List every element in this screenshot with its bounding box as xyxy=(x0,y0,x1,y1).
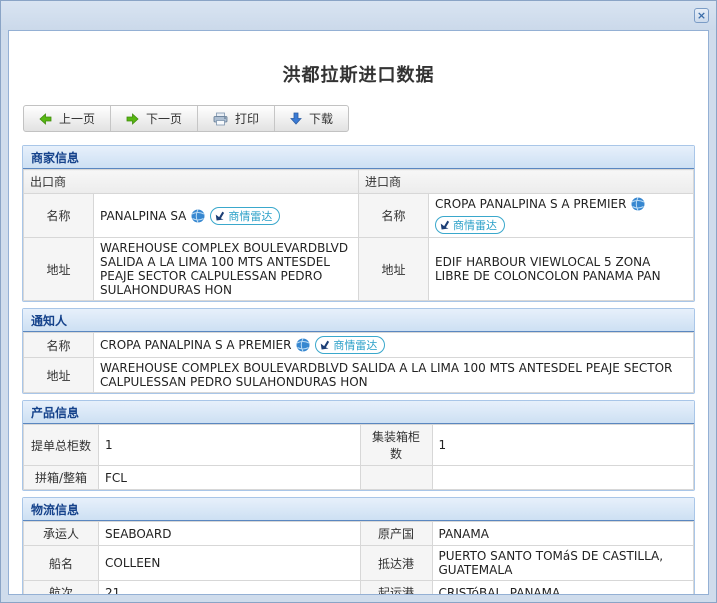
section-product-header: 产品信息 xyxy=(23,401,694,424)
page-title: 洪都拉斯进口数据 xyxy=(282,65,435,86)
radar-arrow-icon xyxy=(440,220,450,230)
field-label: 船名 xyxy=(23,545,99,581)
globe-icon[interactable] xyxy=(191,208,205,223)
field-value: SEABOARD xyxy=(98,521,361,546)
radar-arrow-icon xyxy=(216,211,225,221)
section-product-info: 产品信息 提单总柜数 1 集装箱柜数 1 拼箱/整箱 FCL xyxy=(22,400,695,491)
pager-toolbar: 上一页 下一页 打印 下载 xyxy=(23,105,350,132)
next-page-button[interactable]: 下一页 xyxy=(111,106,199,131)
radar-badge-label: 商情雷达 xyxy=(453,219,497,232)
radar-badge-button[interactable]: 商情雷达 xyxy=(435,216,505,234)
field-value: 1 xyxy=(98,424,361,466)
product-table: 提单总柜数 1 集装箱柜数 1 拼箱/整箱 FCL xyxy=(23,424,694,490)
importer-column-header: 进口商 xyxy=(358,169,694,194)
field-label xyxy=(359,465,433,490)
field-value: 21 xyxy=(98,580,361,594)
download-label: 下载 xyxy=(309,112,334,126)
notify-table: 名称 CROPA PANALPINA S A PREMIER 商情雷达 地址 W… xyxy=(23,332,694,393)
close-icon[interactable]: × xyxy=(694,8,709,23)
table-row: 提单总柜数 1 集装箱柜数 1 xyxy=(23,424,694,466)
notify-address-label: 地址 xyxy=(23,357,94,393)
importer-name-label: 名称 xyxy=(358,193,429,238)
table-row: 出口商 进口商 xyxy=(23,169,694,194)
next-page-label: 下一页 xyxy=(146,112,183,126)
table-row: 名称 CROPA PANALPINA S A PREMIER 商情雷达 xyxy=(23,332,694,358)
field-label: 起运港 xyxy=(359,580,433,594)
notify-address: WAREHOUSE COMPLEX BOULEVARDBLVD SALIDA A… xyxy=(93,357,694,393)
merchant-table: 出口商 进口商 名称 PANALPINA SA 商情雷达 名称 CROPA PA… xyxy=(23,169,694,301)
download-button[interactable]: 下载 xyxy=(275,106,348,131)
importer-address-label: 地址 xyxy=(358,237,429,301)
section-merchant-info: 商家信息 出口商 进口商 名称 PANALPINA SA 商情雷达 名称 CRO… xyxy=(22,145,695,302)
notify-name: CROPA PANALPINA S A PREMIER xyxy=(100,338,292,352)
radar-badge-label: 商情雷达 xyxy=(228,209,273,223)
section-logistics-header: 物流信息 xyxy=(23,498,694,521)
prev-page-label: 上一页 xyxy=(59,112,96,126)
section-notify-party: 通知人 名称 CROPA PANALPINA S A PREMIER 商情雷达 xyxy=(22,308,695,394)
field-label: 提单总柜数 xyxy=(23,424,99,466)
field-value: PANAMA xyxy=(431,521,694,546)
section-merchant-header: 商家信息 xyxy=(23,146,694,169)
table-row: 船名 COLLEEN 抵达港 PUERTO SANTO TOMáS DE CAS… xyxy=(23,545,694,581)
section-logistics-info: 物流信息 承运人 SEABOARD 原产国 PANAMA 船名 COLLEEN … xyxy=(22,497,695,594)
table-row: 地址 WAREHOUSE COMPLEX BOULEVARDBLVD SALID… xyxy=(23,237,694,301)
importer-name: CROPA PANALPINA S A PREMIER xyxy=(435,197,627,211)
dialog-titlebar[interactable]: × xyxy=(1,1,716,30)
radar-badge-label: 商情雷达 xyxy=(333,339,378,352)
field-value: PUERTO SANTO TOMáS DE CASTILLA, GUATEMAL… xyxy=(431,545,694,581)
field-value: COLLEEN xyxy=(98,545,361,581)
arrow-left-icon xyxy=(39,112,52,125)
globe-icon[interactable] xyxy=(296,338,310,352)
field-label: 承运人 xyxy=(23,521,99,546)
field-label: 航次 xyxy=(23,580,99,594)
field-value xyxy=(431,465,694,490)
printer-icon xyxy=(213,112,228,125)
radar-badge-button[interactable]: 商情雷达 xyxy=(210,206,281,225)
dialog-content: 洪都拉斯进口数据 上一页 下一页 打印 下载 商家信息 出口商 进口商 名称 P… xyxy=(8,30,709,595)
field-label: 原产国 xyxy=(359,521,433,546)
table-row: 地址 WAREHOUSE COMPLEX BOULEVARDBLVD SALID… xyxy=(23,357,694,393)
field-value: FCL xyxy=(98,465,361,490)
exporter-address: WAREHOUSE COMPLEX BOULEVARDBLVD SALIDA A… xyxy=(93,237,359,301)
print-button[interactable]: 打印 xyxy=(198,106,276,131)
field-value: 1 xyxy=(431,424,694,466)
field-label: 拼箱/整箱 xyxy=(23,465,99,490)
exporter-name: PANALPINA SA xyxy=(100,208,187,223)
radar-badge-button[interactable]: 商情雷达 xyxy=(315,336,386,354)
prev-page-button[interactable]: 上一页 xyxy=(24,106,112,131)
table-row: 承运人 SEABOARD 原产国 PANAMA xyxy=(23,521,694,546)
exporter-name-cell: PANALPINA SA 商情雷达 xyxy=(93,193,359,238)
field-value: CRISTóBAL, PANAMA xyxy=(431,580,694,594)
globe-icon[interactable] xyxy=(631,197,645,211)
importer-name-cell: CROPA PANALPINA S A PREMIER 商情雷达 xyxy=(428,193,694,238)
notify-name-label: 名称 xyxy=(23,332,94,358)
exporter-address-label: 地址 xyxy=(23,237,94,301)
arrow-down-icon xyxy=(290,112,302,125)
table-row: 拼箱/整箱 FCL xyxy=(23,465,694,490)
table-row: 航次 21 起运港 CRISTóBAL, PANAMA xyxy=(23,580,694,594)
notify-name-cell: CROPA PANALPINA S A PREMIER 商情雷达 xyxy=(93,332,694,358)
importer-address: EDIF HARBOUR VIEWLOCAL 5 ZONA LIBRE DE C… xyxy=(428,237,694,301)
radar-arrow-icon xyxy=(321,340,330,350)
dialog-window: × 洪都拉斯进口数据 上一页 下一页 打印 下载 商家信息 出口商 进口商 名称… xyxy=(0,0,717,603)
table-row: 名称 PANALPINA SA 商情雷达 名称 CROPA PANALPINA … xyxy=(23,193,694,238)
exporter-column-header: 出口商 xyxy=(23,169,359,194)
section-notify-header: 通知人 xyxy=(23,309,694,332)
exporter-name-label: 名称 xyxy=(23,193,94,238)
logistics-table: 承运人 SEABOARD 原产国 PANAMA 船名 COLLEEN 抵达港 P… xyxy=(23,521,694,594)
arrow-right-icon xyxy=(126,112,139,125)
print-label: 打印 xyxy=(235,112,260,126)
field-label: 集装箱柜数 xyxy=(359,424,433,466)
field-label: 抵达港 xyxy=(359,545,433,581)
